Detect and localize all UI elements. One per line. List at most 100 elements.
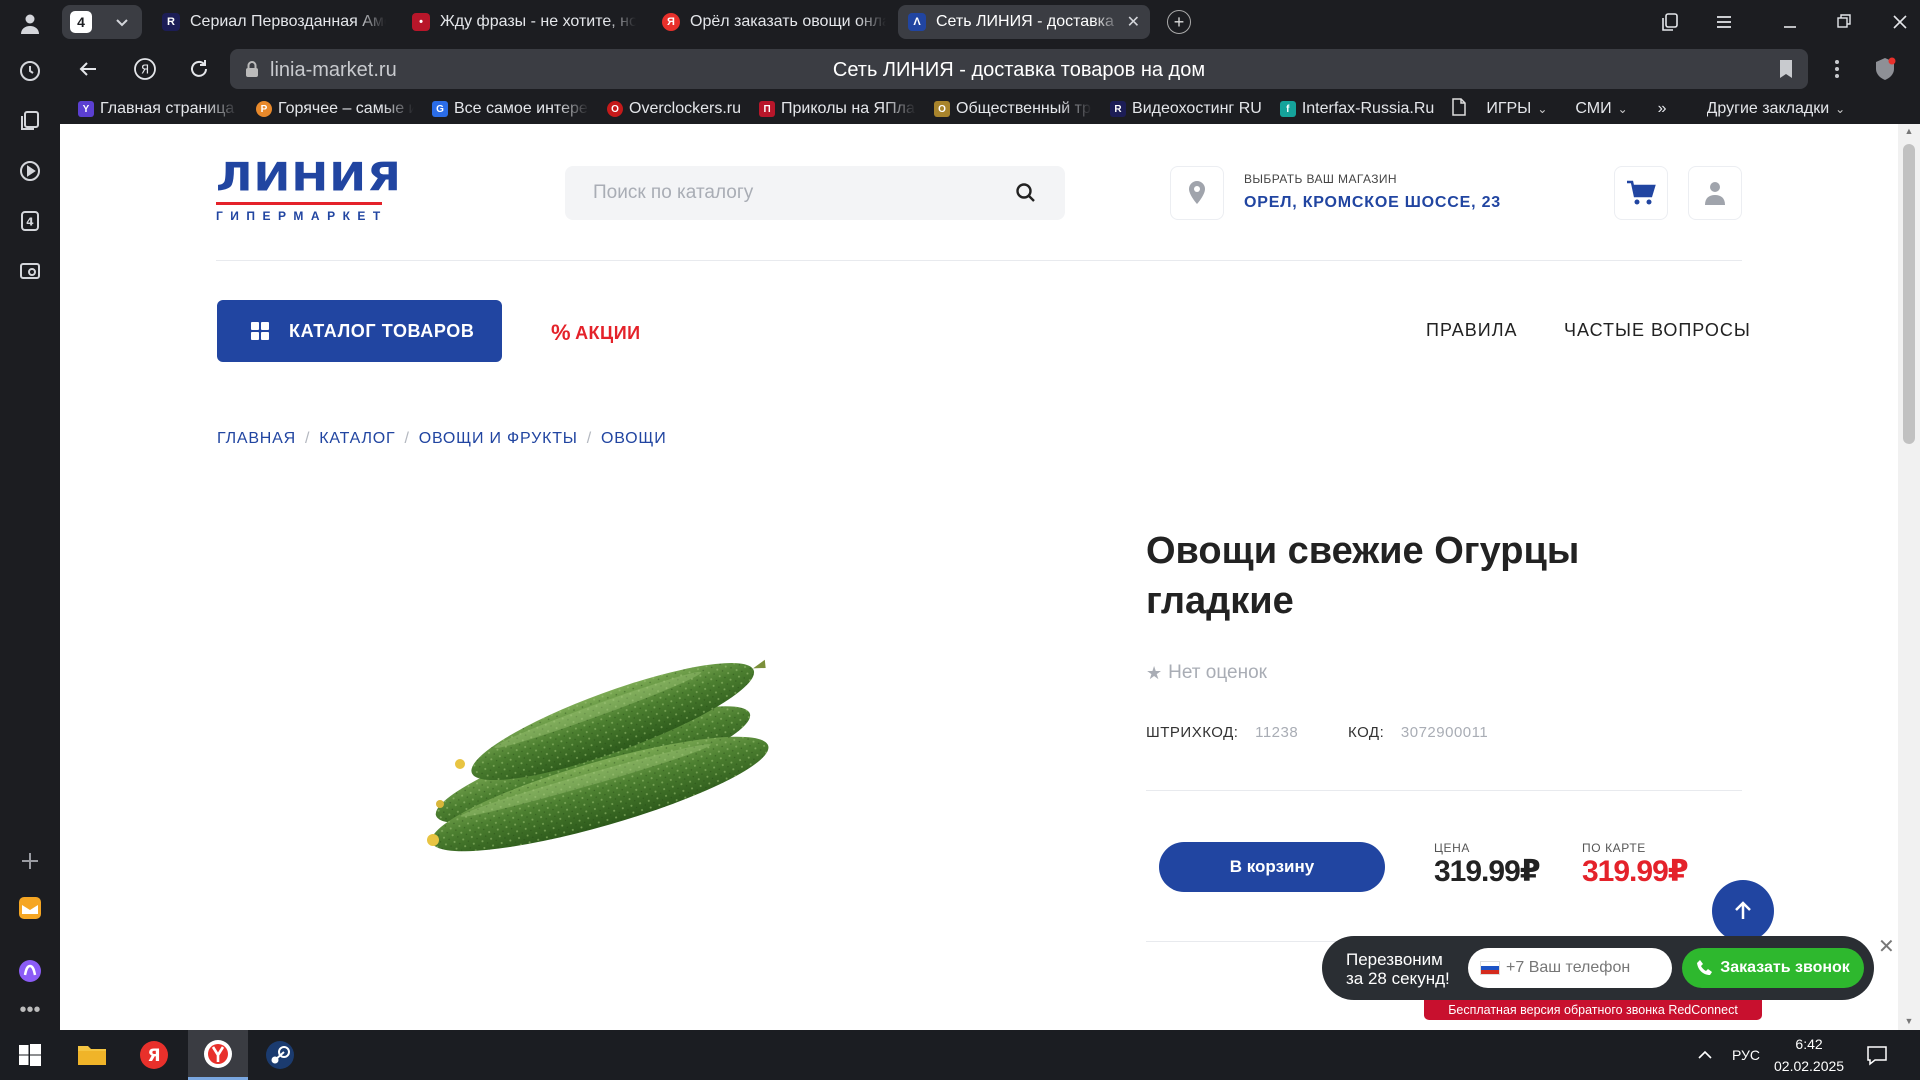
order-call-button[interactable]: Заказать звонок — [1682, 948, 1864, 988]
breadcrumb-item-vegetables[interactable]: ОВОЩИ — [601, 430, 667, 448]
more-icon[interactable]: ••• — [14, 994, 46, 1026]
logo-underline — [216, 202, 382, 205]
catalog-button[interactable]: КАТАЛОГ ТОВАРОВ — [217, 300, 502, 362]
bookmark-label: ИГРЫ — [1486, 100, 1532, 117]
protect-shield-icon[interactable] — [1872, 56, 1898, 82]
add-to-cart-button[interactable]: В корзину — [1159, 842, 1385, 892]
tab-counter-button[interactable]: 4 — [62, 5, 142, 39]
bookmark-interfax[interactable]: f Interfax-Russia.Ru — [1279, 100, 1434, 118]
bookmark-pikabu[interactable]: P Горячее – самые и — [256, 100, 414, 118]
nav-rules-link[interactable]: ПРАВИЛА — [1426, 320, 1518, 341]
mail-icon[interactable] — [14, 892, 46, 924]
search-icon[interactable] — [1015, 182, 1037, 209]
store-location-button[interactable] — [1170, 166, 1224, 220]
back-button[interactable] — [75, 56, 101, 82]
tab-count-icon[interactable]: 4 — [14, 205, 46, 237]
collections-icon[interactable] — [14, 105, 46, 137]
bookmark-all-interesting[interactable]: G Все самое интере — [432, 100, 589, 118]
tabs-manager-icon[interactable] — [1658, 10, 1682, 34]
taskbar-yandex-browser[interactable] — [188, 1030, 248, 1080]
address-page-title: Сеть ЛИНИЯ - доставка товаров на дом — [832, 59, 1206, 81]
tab-yandex-search[interactable]: Я Орёл заказать овощи онлайн — [652, 5, 896, 39]
screenshot-icon[interactable] — [14, 255, 46, 287]
page-scrollbar[interactable]: ▲ ▼ — [1898, 124, 1920, 1030]
scroll-down-arrow[interactable]: ▼ — [1904, 1016, 1914, 1026]
address-bar[interactable]: linia-market.ru Сеть ЛИНИЯ - доставка то… — [230, 49, 1808, 89]
bookmark-label: Приколы на ЯПла — [781, 100, 915, 117]
clock[interactable]: 6:42 02.02.2025 — [1774, 1030, 1844, 1080]
breadcrumb-item-fruits-vegetables[interactable]: ОВОЩИ И ФРУКТЫ — [419, 430, 578, 448]
clock-date: 02.02.2025 — [1774, 1058, 1845, 1074]
history-icon[interactable] — [14, 55, 46, 87]
bookmark-label: Главная страница — [100, 100, 235, 117]
clock-time: 6:42 — [1795, 1036, 1823, 1052]
search-input[interactable] — [565, 166, 1005, 220]
cart-button[interactable] — [1614, 166, 1668, 220]
bookmark-folder-games[interactable]: ИГРЫ ⌄ — [1452, 97, 1547, 121]
site-logo[interactable]: ЛИНИЯ ГИПЕРМАРКЕТ — [216, 158, 402, 223]
tab-serial[interactable]: R Сериал Первозданная Америка — [152, 5, 396, 39]
callback-phone-field — [1468, 948, 1672, 988]
product-image[interactable] — [400, 644, 800, 879]
add-panel-icon[interactable] — [14, 845, 46, 877]
product-rating[interactable]: ★ Нет оценок — [1146, 662, 1267, 684]
callback-close-icon[interactable]: ✕ — [1878, 934, 1895, 959]
yandex-home-button[interactable]: Я — [132, 56, 158, 82]
bookmark-overclockers[interactable]: O Overclockers.ru — [607, 100, 741, 118]
notifications-icon[interactable] — [1866, 1030, 1888, 1080]
minimize-icon[interactable] — [1778, 10, 1802, 34]
reload-button[interactable] — [186, 56, 212, 82]
breadcrumb-item-home[interactable]: ГЛАВНАЯ — [217, 430, 296, 448]
bookmark-home[interactable]: Y Главная страница — [78, 100, 238, 118]
tab-phrases[interactable]: • Жду фразы - не хотите, но — [402, 5, 646, 39]
svg-text:Я: Я — [141, 63, 149, 77]
start-button[interactable] — [0, 1030, 60, 1080]
language-indicator[interactable]: РУС — [1732, 1030, 1760, 1080]
close-window-icon[interactable] — [1888, 10, 1912, 34]
tab-title: Сериал Первозданная Америка — [190, 13, 386, 30]
bookmark-rutube[interactable]: R Видеохостинг RU — [1110, 100, 1262, 118]
bookmarks-bar: Y Главная страница P Горячее – самые и G… — [60, 94, 1920, 124]
alice-icon[interactable] — [14, 955, 46, 987]
chevron-down-icon: ⌄ — [1617, 102, 1628, 116]
nav-faq-link[interactable]: ЧАСТЫЕ ВОПРОСЫ — [1564, 320, 1751, 341]
bookmark-icon[interactable] — [1778, 59, 1794, 84]
scroll-up-arrow[interactable]: ▲ — [1904, 126, 1914, 136]
breadcrumb-item-catalog[interactable]: КАТАЛОГ — [319, 430, 395, 448]
barcode-label: ШТРИХКОД: — [1146, 724, 1239, 741]
new-tab-button[interactable]: + — [1167, 10, 1191, 34]
product-code: КОД: 3072900011 — [1348, 724, 1488, 741]
bookmark-public-transport[interactable]: О Общественный тр — [934, 100, 1092, 118]
map-pin-icon — [1189, 181, 1205, 204]
callback-free-notice[interactable]: Бесплатная версия обратного звонка RedCo… — [1424, 1000, 1762, 1020]
scroll-to-top-button[interactable] — [1712, 880, 1774, 942]
profile-icon[interactable] — [14, 8, 46, 40]
more-options-icon[interactable] — [1824, 56, 1850, 82]
callback-phone-input[interactable] — [1506, 959, 1656, 977]
bookmark-label: Все самое интере — [454, 100, 588, 117]
svg-text:Я: Я — [147, 1046, 160, 1066]
browser-sidebar: 4 ••• — [0, 0, 60, 1030]
bookmarks-more-button[interactable]: » — [1658, 100, 1667, 118]
other-bookmarks-button[interactable]: Другие закладки ⌄ — [1707, 100, 1846, 118]
bookmark-label: Общественный тр — [956, 100, 1091, 117]
menu-icon[interactable] — [1712, 10, 1736, 34]
logo-wordmark: ЛИНИЯ — [216, 154, 402, 201]
tab-linia-active[interactable]: Λ Сеть ЛИНИЯ - доставка ✕ — [898, 5, 1150, 39]
promo-link[interactable]: % АКЦИИ — [551, 320, 641, 346]
video-icon[interactable] — [14, 155, 46, 187]
scrollbar-thumb[interactable] — [1903, 144, 1915, 444]
restore-icon[interactable] — [1832, 10, 1856, 34]
store-address-link[interactable]: ОРЕЛ, КРОМСКОЕ ШОССЕ, 23 — [1244, 194, 1501, 212]
steam-icon — [266, 1041, 294, 1069]
bookmark-favicon-icon: R — [1110, 101, 1127, 117]
close-tab-icon[interactable]: ✕ — [1127, 12, 1140, 32]
taskbar-file-explorer[interactable] — [62, 1030, 122, 1080]
taskbar-steam[interactable] — [250, 1030, 310, 1080]
tray-overflow-icon[interactable] — [1696, 1030, 1714, 1080]
account-button[interactable] — [1688, 166, 1742, 220]
bookmark-folder-media[interactable]: СМИ ⌄ — [1575, 100, 1627, 118]
bookmark-yaplakal[interactable]: П Приколы на ЯПла — [759, 100, 916, 118]
taskbar-yandex[interactable]: Я — [124, 1030, 184, 1080]
percent-icon: % — [551, 320, 572, 345]
